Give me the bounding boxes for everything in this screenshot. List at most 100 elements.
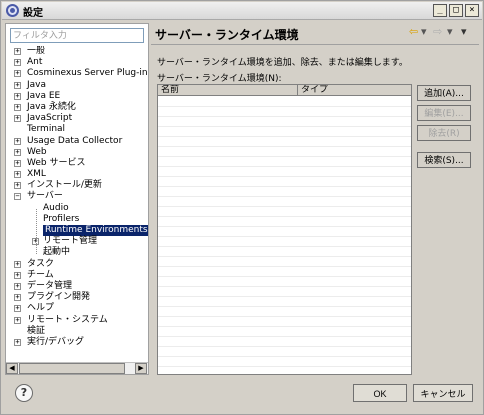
ok-button[interactable]: OK (353, 384, 407, 402)
tree-item[interactable]: Audio (6, 203, 148, 214)
help-icon[interactable]: ? (15, 384, 33, 402)
table-row[interactable] (158, 337, 411, 347)
tree-item[interactable]: + Web サービス (6, 158, 148, 169)
collapse-icon[interactable]: − (14, 193, 21, 201)
tree-item[interactable]: + Cosminexus Server Plug-in (6, 68, 148, 79)
scroll-left-icon[interactable]: ◀ (6, 363, 18, 374)
expand-icon[interactable]: + (14, 115, 21, 123)
column-header-name[interactable]: 名前 (158, 85, 298, 96)
back-arrow-icon[interactable]: ⇦ (409, 26, 418, 38)
expand-icon[interactable]: + (14, 305, 21, 313)
tree-item[interactable]: + 一般 (6, 46, 148, 57)
tree-item[interactable]: Runtime Environments (6, 225, 148, 237)
table-row[interactable] (158, 217, 411, 227)
expand-icon[interactable]: + (14, 81, 21, 89)
tree-item-label: Java EE (27, 90, 61, 101)
table-row[interactable] (158, 97, 411, 107)
tree-item[interactable]: + プラグイン開発 (6, 292, 148, 303)
view-menu-icon[interactable]: ▾ (461, 26, 467, 38)
scroll-thumb[interactable] (19, 363, 125, 374)
table-row[interactable] (158, 317, 411, 327)
cancel-button[interactable]: キャンセル (413, 384, 473, 402)
expand-icon[interactable]: + (14, 159, 21, 167)
table-row[interactable] (158, 167, 411, 177)
expand-icon[interactable]: + (14, 338, 21, 346)
maximize-button[interactable]: □ (449, 4, 463, 17)
tree-item[interactable]: + JavaScript (6, 113, 148, 124)
tree-item[interactable]: 起動中 (6, 247, 148, 258)
expand-icon[interactable]: + (14, 48, 21, 55)
table-row[interactable] (158, 177, 411, 187)
tree-item[interactable]: + Java EE (6, 91, 148, 102)
expand-icon[interactable]: + (14, 148, 21, 156)
table-row[interactable] (158, 297, 411, 307)
table-row[interactable] (158, 307, 411, 317)
tree-item[interactable]: + チーム (6, 270, 148, 281)
expand-icon[interactable]: + (14, 92, 21, 100)
expand-icon[interactable]: + (14, 182, 21, 190)
tree-item[interactable]: Terminal (6, 124, 148, 135)
table-row[interactable] (158, 207, 411, 217)
search-button[interactable]: 検索(S)... (417, 152, 471, 168)
expand-icon[interactable]: + (14, 282, 21, 290)
edit-button[interactable]: 編集(E)... (417, 105, 471, 121)
table-row[interactable] (158, 267, 411, 277)
table-row[interactable] (158, 147, 411, 157)
forward-arrow-icon[interactable]: ⇨ (433, 26, 442, 38)
table-row[interactable] (158, 237, 411, 247)
expand-icon[interactable]: + (14, 260, 21, 268)
tree-item[interactable]: + Ant (6, 57, 148, 68)
expand-icon[interactable]: + (14, 271, 21, 279)
tree-item[interactable]: + タスク (6, 259, 148, 270)
tree-item[interactable]: + ヘルプ (6, 303, 148, 314)
tree-item[interactable]: + リモート・システム (6, 315, 148, 326)
runtime-environments-table[interactable]: 名前 タイプ (157, 84, 412, 375)
scroll-right-icon[interactable]: ▶ (135, 363, 147, 374)
tree-item[interactable]: Profilers (6, 214, 148, 225)
table-row[interactable] (158, 117, 411, 127)
tree-item[interactable]: − サーバー (6, 191, 148, 202)
minimize-button[interactable]: _ (433, 4, 447, 17)
expand-icon[interactable]: + (14, 70, 21, 78)
forward-dropdown-icon[interactable]: ▾ (447, 26, 453, 38)
expand-icon[interactable]: + (14, 59, 21, 67)
tree-item[interactable]: 検証 (6, 326, 148, 337)
tree-item[interactable]: + Usage Data Collector (6, 136, 148, 147)
column-header-type[interactable]: タイプ (298, 85, 411, 96)
close-button[interactable]: × (465, 4, 479, 17)
table-row[interactable] (158, 287, 411, 297)
expand-icon[interactable]: + (14, 316, 21, 324)
expand-icon[interactable]: + (14, 294, 21, 302)
table-row[interactable] (158, 347, 411, 357)
tree-item[interactable]: + データ管理 (6, 281, 148, 292)
tree-item[interactable]: + XML (6, 169, 148, 180)
tree-item[interactable]: + インストール/更新 (6, 180, 148, 191)
table-row[interactable] (158, 157, 411, 167)
filter-input[interactable] (10, 28, 144, 43)
remove-button[interactable]: 除去(R) (417, 125, 471, 141)
table-row[interactable] (158, 137, 411, 147)
tree-item[interactable]: + Web (6, 147, 148, 158)
table-row[interactable] (158, 277, 411, 287)
tree-item[interactable]: + 実行/デバッグ (6, 337, 148, 348)
table-row[interactable] (158, 187, 411, 197)
tree-item-label: リモート・システム (27, 314, 108, 325)
table-row[interactable] (158, 197, 411, 207)
table-row[interactable] (158, 107, 411, 117)
table-row[interactable] (158, 247, 411, 257)
table-row[interactable] (158, 127, 411, 137)
dialog-footer: ? OK キャンセル (1, 377, 484, 415)
table-row[interactable] (158, 357, 411, 367)
table-row[interactable] (158, 257, 411, 267)
tree-item[interactable]: + Java 永続化 (6, 102, 148, 113)
table-row[interactable] (158, 227, 411, 237)
tree-item[interactable]: + Java (6, 80, 148, 91)
expand-icon[interactable]: + (14, 103, 21, 111)
tree-item[interactable]: + リモート管理 (6, 236, 148, 247)
add-button[interactable]: 追加(A)... (417, 85, 471, 101)
expand-icon[interactable]: + (14, 137, 21, 145)
expand-icon[interactable]: + (14, 171, 21, 179)
back-dropdown-icon[interactable]: ▾ (421, 26, 427, 38)
horizontal-scrollbar[interactable]: ◀ ▶ (6, 362, 148, 374)
table-row[interactable] (158, 327, 411, 337)
